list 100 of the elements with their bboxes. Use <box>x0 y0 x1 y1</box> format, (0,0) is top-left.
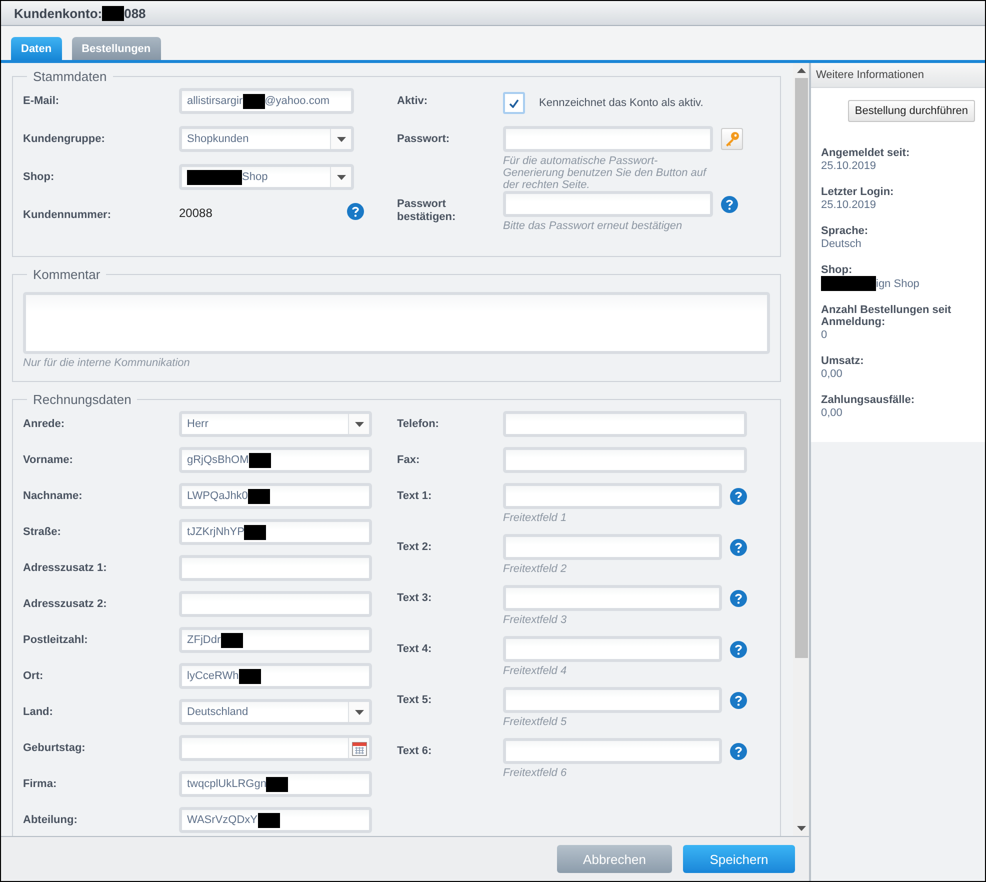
section-title: Kommentar <box>32 267 102 282</box>
info-label: Angemeldet seit: <box>821 147 911 159</box>
info-value: 0 <box>821 328 828 342</box>
field-label: Postleitzahl: <box>23 633 89 647</box>
input-field[interactable] <box>503 483 722 509</box>
field-label: Text 3: <box>397 591 433 605</box>
info-label: Umsatz: <box>821 355 865 367</box>
field-label: Text 4: <box>397 642 433 656</box>
order-button[interactable]: Bestellung durchführen <box>848 100 975 122</box>
field-value: ZFjDdr <box>187 634 221 646</box>
help-icon[interactable] <box>730 742 747 760</box>
comment-field[interactable] <box>23 292 770 354</box>
input-field[interactable] <box>503 687 722 713</box>
redaction-bar <box>821 276 876 291</box>
field-label: Passwort bestätigen: <box>397 197 457 224</box>
field-label: Aktiv: <box>397 94 429 108</box>
info-value: 25.10.2019 <box>821 198 876 212</box>
input-field[interactable]: gRjQsBhOM <box>179 447 372 473</box>
input-field[interactable]: ZFjDdr <box>179 627 372 653</box>
input-field[interactable] <box>179 555 372 581</box>
info-label: Anzahl Bestellungen seit Anmeldung: <box>821 304 952 328</box>
info-value: ign Shop <box>876 276 920 290</box>
field-label: Adresszusatz 2: <box>23 597 108 611</box>
input-field[interactable]: LWPQaJhk0 <box>179 483 372 509</box>
input-field[interactable]: WASrVzQDxY <box>179 807 372 833</box>
field-label: Passwort: <box>397 132 451 146</box>
select-field[interactable]: Shopkunden <box>179 126 354 152</box>
save-button[interactable]: Speichern <box>683 845 795 873</box>
info-label: Sprache: <box>821 225 870 237</box>
input-field[interactable]: tJZKrjNhYP <box>179 519 372 545</box>
info-label: Zahlungsausfälle: <box>821 394 916 406</box>
input-field[interactable] <box>503 636 722 662</box>
key-button[interactable] <box>721 128 743 150</box>
field-hint: Freitextfeld 1 <box>503 512 568 524</box>
redaction-bar <box>242 94 265 108</box>
select-value: Deutschland <box>187 706 248 718</box>
select-value: Shop <box>242 171 268 183</box>
input-field[interactable] <box>503 534 722 560</box>
field-value: @yahoo.com <box>264 95 330 107</box>
caret-icon <box>354 422 364 426</box>
field-value: twqcplUkLRGgn <box>187 778 266 790</box>
select-field[interactable]: Herr <box>179 411 372 437</box>
field-label: Fax: <box>397 453 421 467</box>
input-field[interactable] <box>503 585 722 611</box>
field-hint: Freitextfeld 4 <box>503 665 568 677</box>
field-hint: Freitextfeld 3 <box>503 614 568 626</box>
scroll-down-icon[interactable] <box>796 824 806 833</box>
field-label: Firma: <box>23 777 58 791</box>
tab[interactable]: Daten <box>11 37 62 60</box>
active-checkbox[interactable] <box>503 92 525 114</box>
input-field[interactable]: lyCceRWh <box>179 663 372 689</box>
input-field[interactable]: twqcplUkLRGgn <box>179 771 372 797</box>
select-field[interactable]: Deutschland <box>179 699 372 725</box>
sidebar-title: Weitere Informationen <box>811 63 985 88</box>
field-label: Straße: <box>23 525 62 539</box>
key-icon <box>724 131 740 147</box>
input-field[interactable] <box>503 191 713 217</box>
field-value: tJZKrjNhYP <box>187 526 244 538</box>
section-title: Rechnungsdaten <box>32 392 132 407</box>
help-icon[interactable] <box>730 538 747 556</box>
window-title: 088 <box>124 6 146 20</box>
caret-icon <box>336 174 346 180</box>
field-value: LWPQaJhk0 <box>187 490 248 502</box>
input-field[interactable] <box>179 591 372 617</box>
date-field[interactable] <box>179 735 372 761</box>
field-label: Text 5: <box>397 693 433 707</box>
scroll-up-icon[interactable] <box>796 66 806 75</box>
redaction-bar <box>258 812 280 828</box>
field-hint: Freitextfeld 6 <box>503 767 568 779</box>
info-label: Shop: <box>821 264 854 276</box>
input-field[interactable] <box>503 447 747 473</box>
field-label: Kundennummer: <box>23 208 112 222</box>
field-label: Ort: <box>23 669 44 683</box>
select-value: Shopkunden <box>187 133 249 145</box>
field-label: Text 2: <box>397 540 433 554</box>
input-field[interactable]: allistirsargir @yahoo.com <box>179 88 354 114</box>
help-icon[interactable] <box>721 196 738 212</box>
select-field[interactable]: Shop <box>179 164 354 190</box>
input-field[interactable] <box>503 738 722 764</box>
field-hint: Freitextfeld 5 <box>503 716 568 728</box>
field-value: WASrVzQDxY <box>187 814 258 826</box>
input-field[interactable] <box>503 411 747 437</box>
field-hint: Für die automatische Passwort-Generierung benutzen Sie den Button auf der rechten Seite. <box>503 155 708 191</box>
field-label: Shop: <box>23 170 56 184</box>
scrollbar[interactable] <box>793 63 809 836</box>
info-value: Deutsch <box>821 237 862 251</box>
window-title: Kundenkonto: <box>14 6 102 20</box>
calendar-icon[interactable] <box>352 740 366 756</box>
redaction-bar <box>244 524 266 540</box>
caret-icon <box>336 136 346 142</box>
help-icon[interactable] <box>730 488 747 504</box>
help-icon[interactable] <box>730 590 747 606</box>
input-field[interactable] <box>503 126 713 152</box>
field-label: E-Mail: <box>23 94 60 108</box>
field-label: Text 1: <box>397 489 433 503</box>
field-hint: Bitte das Passwort erneut bestätigen <box>503 220 684 232</box>
help-icon[interactable] <box>730 640 747 658</box>
help-icon[interactable] <box>730 692 747 708</box>
caret-icon <box>354 710 364 714</box>
help-icon[interactable] <box>347 202 364 220</box>
